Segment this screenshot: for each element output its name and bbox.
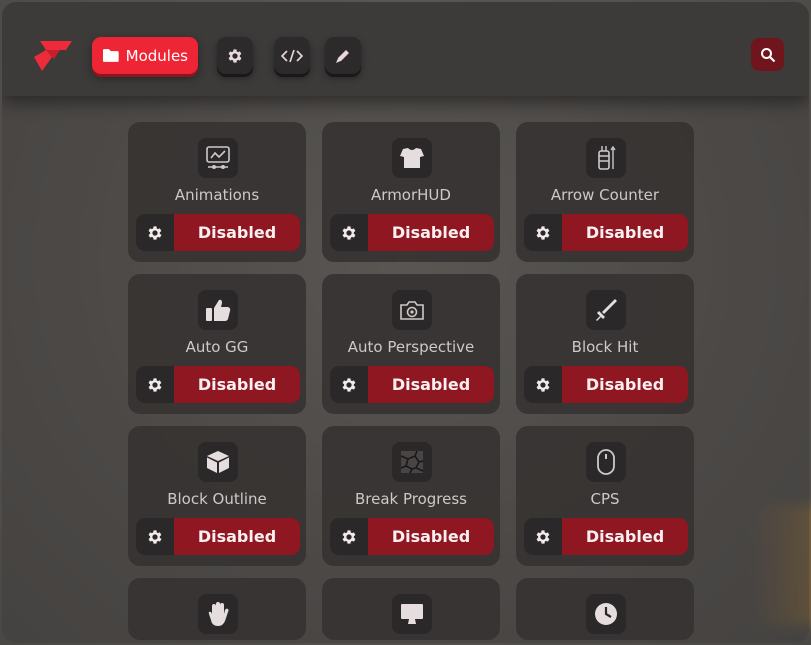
module-toggle-button[interactable]: Disabled [174, 518, 300, 555]
module-controls: Disabled [524, 366, 688, 403]
gear-icon [536, 225, 550, 240]
tab-modules[interactable]: Modules [92, 37, 198, 74]
module-settings-button[interactable] [136, 366, 174, 403]
monitor-icon [392, 594, 432, 634]
module-controls: Disabled [136, 518, 300, 555]
gear-icon [342, 225, 356, 240]
module-toggle-button[interactable]: Disabled [562, 518, 688, 555]
module-controls: Disabled [524, 214, 688, 251]
module-controls: Disabled [136, 366, 300, 403]
module-name: Break Progress [354, 490, 468, 508]
module-card-break-progress: Break Progress Disabled [322, 426, 500, 566]
module-controls: Disabled [330, 518, 494, 555]
module-card-partial [128, 578, 306, 640]
tab-settings[interactable] [217, 37, 253, 74]
module-card-partial [322, 578, 500, 640]
module-name: Block Hit [571, 338, 639, 356]
module-card-auto-gg: Auto GG Disabled [128, 274, 306, 414]
module-controls: Disabled [330, 214, 494, 251]
module-toggle-button[interactable]: Disabled [174, 366, 300, 403]
chestplate-icon [392, 138, 432, 178]
module-card-block-outline: Block Outline Disabled [128, 426, 306, 566]
hand-icon [198, 594, 238, 634]
animation-icon [198, 138, 238, 178]
module-name: Animations [174, 186, 260, 204]
module-card-block-hit: Block Hit Disabled [516, 274, 694, 414]
module-toggle-button[interactable]: Disabled [368, 366, 494, 403]
module-card-arrow-counter: Arrow Counter Disabled [516, 122, 694, 262]
search-icon [760, 47, 775, 62]
module-toggle-button[interactable]: Disabled [562, 214, 688, 251]
search-button[interactable] [751, 38, 784, 71]
module-card-cps: CPS Disabled [516, 426, 694, 566]
module-settings-button[interactable] [524, 518, 562, 555]
module-settings-button[interactable] [136, 214, 174, 251]
module-toggle-button[interactable]: Disabled [174, 214, 300, 251]
quiver-icon [586, 138, 626, 178]
tab-scripts[interactable] [274, 37, 310, 74]
module-toggle-button[interactable]: Disabled [368, 214, 494, 251]
mouse-icon [586, 442, 626, 482]
gear-icon [148, 225, 162, 240]
clock-icon [586, 594, 626, 634]
module-card-auto-perspective: Auto Perspective Disabled [322, 274, 500, 414]
sword-icon [586, 290, 626, 330]
module-name: ArmorHUD [371, 186, 451, 204]
cracked-block-icon [392, 442, 432, 482]
folder-icon [102, 49, 119, 62]
code-icon [281, 49, 303, 62]
tab-modules-label: Modules [125, 46, 188, 65]
module-controls: Disabled [330, 366, 494, 403]
module-settings-button[interactable] [136, 518, 174, 555]
module-toggle-button[interactable]: Disabled [368, 518, 494, 555]
module-grid: Animations Disabled ArmorHUD Disabled Ar… [128, 122, 698, 640]
module-settings-button[interactable] [524, 366, 562, 403]
module-name: CPS [590, 490, 620, 508]
gear-icon [536, 529, 550, 544]
client-logo-icon [34, 41, 72, 71]
gear-icon [342, 529, 356, 544]
gear-icon [228, 48, 242, 63]
gear-icon [148, 529, 162, 544]
module-card-partial [516, 578, 694, 640]
module-toggle-button[interactable]: Disabled [562, 366, 688, 403]
module-controls: Disabled [524, 518, 688, 555]
camera-icon [392, 290, 432, 330]
module-settings-button[interactable] [524, 214, 562, 251]
gear-icon [342, 377, 356, 392]
module-settings-button[interactable] [330, 518, 368, 555]
module-name: Block Outline [167, 490, 267, 508]
gear-icon [148, 377, 162, 392]
module-card-animations: Animations Disabled [128, 122, 306, 262]
module-settings-button[interactable] [330, 366, 368, 403]
thumbs-up-icon [198, 290, 238, 330]
pencil-icon [336, 49, 349, 63]
module-controls: Disabled [136, 214, 300, 251]
gear-icon [536, 377, 550, 392]
header-bar: Modules [2, 2, 809, 96]
cube-icon [198, 442, 238, 482]
module-name: Auto GG [185, 338, 249, 356]
module-name: Auto Perspective [347, 338, 475, 356]
tab-themes[interactable] [325, 37, 361, 74]
module-name: Arrow Counter [550, 186, 660, 204]
module-card-armorhud: ArmorHUD Disabled [322, 122, 500, 262]
module-settings-button[interactable] [330, 214, 368, 251]
